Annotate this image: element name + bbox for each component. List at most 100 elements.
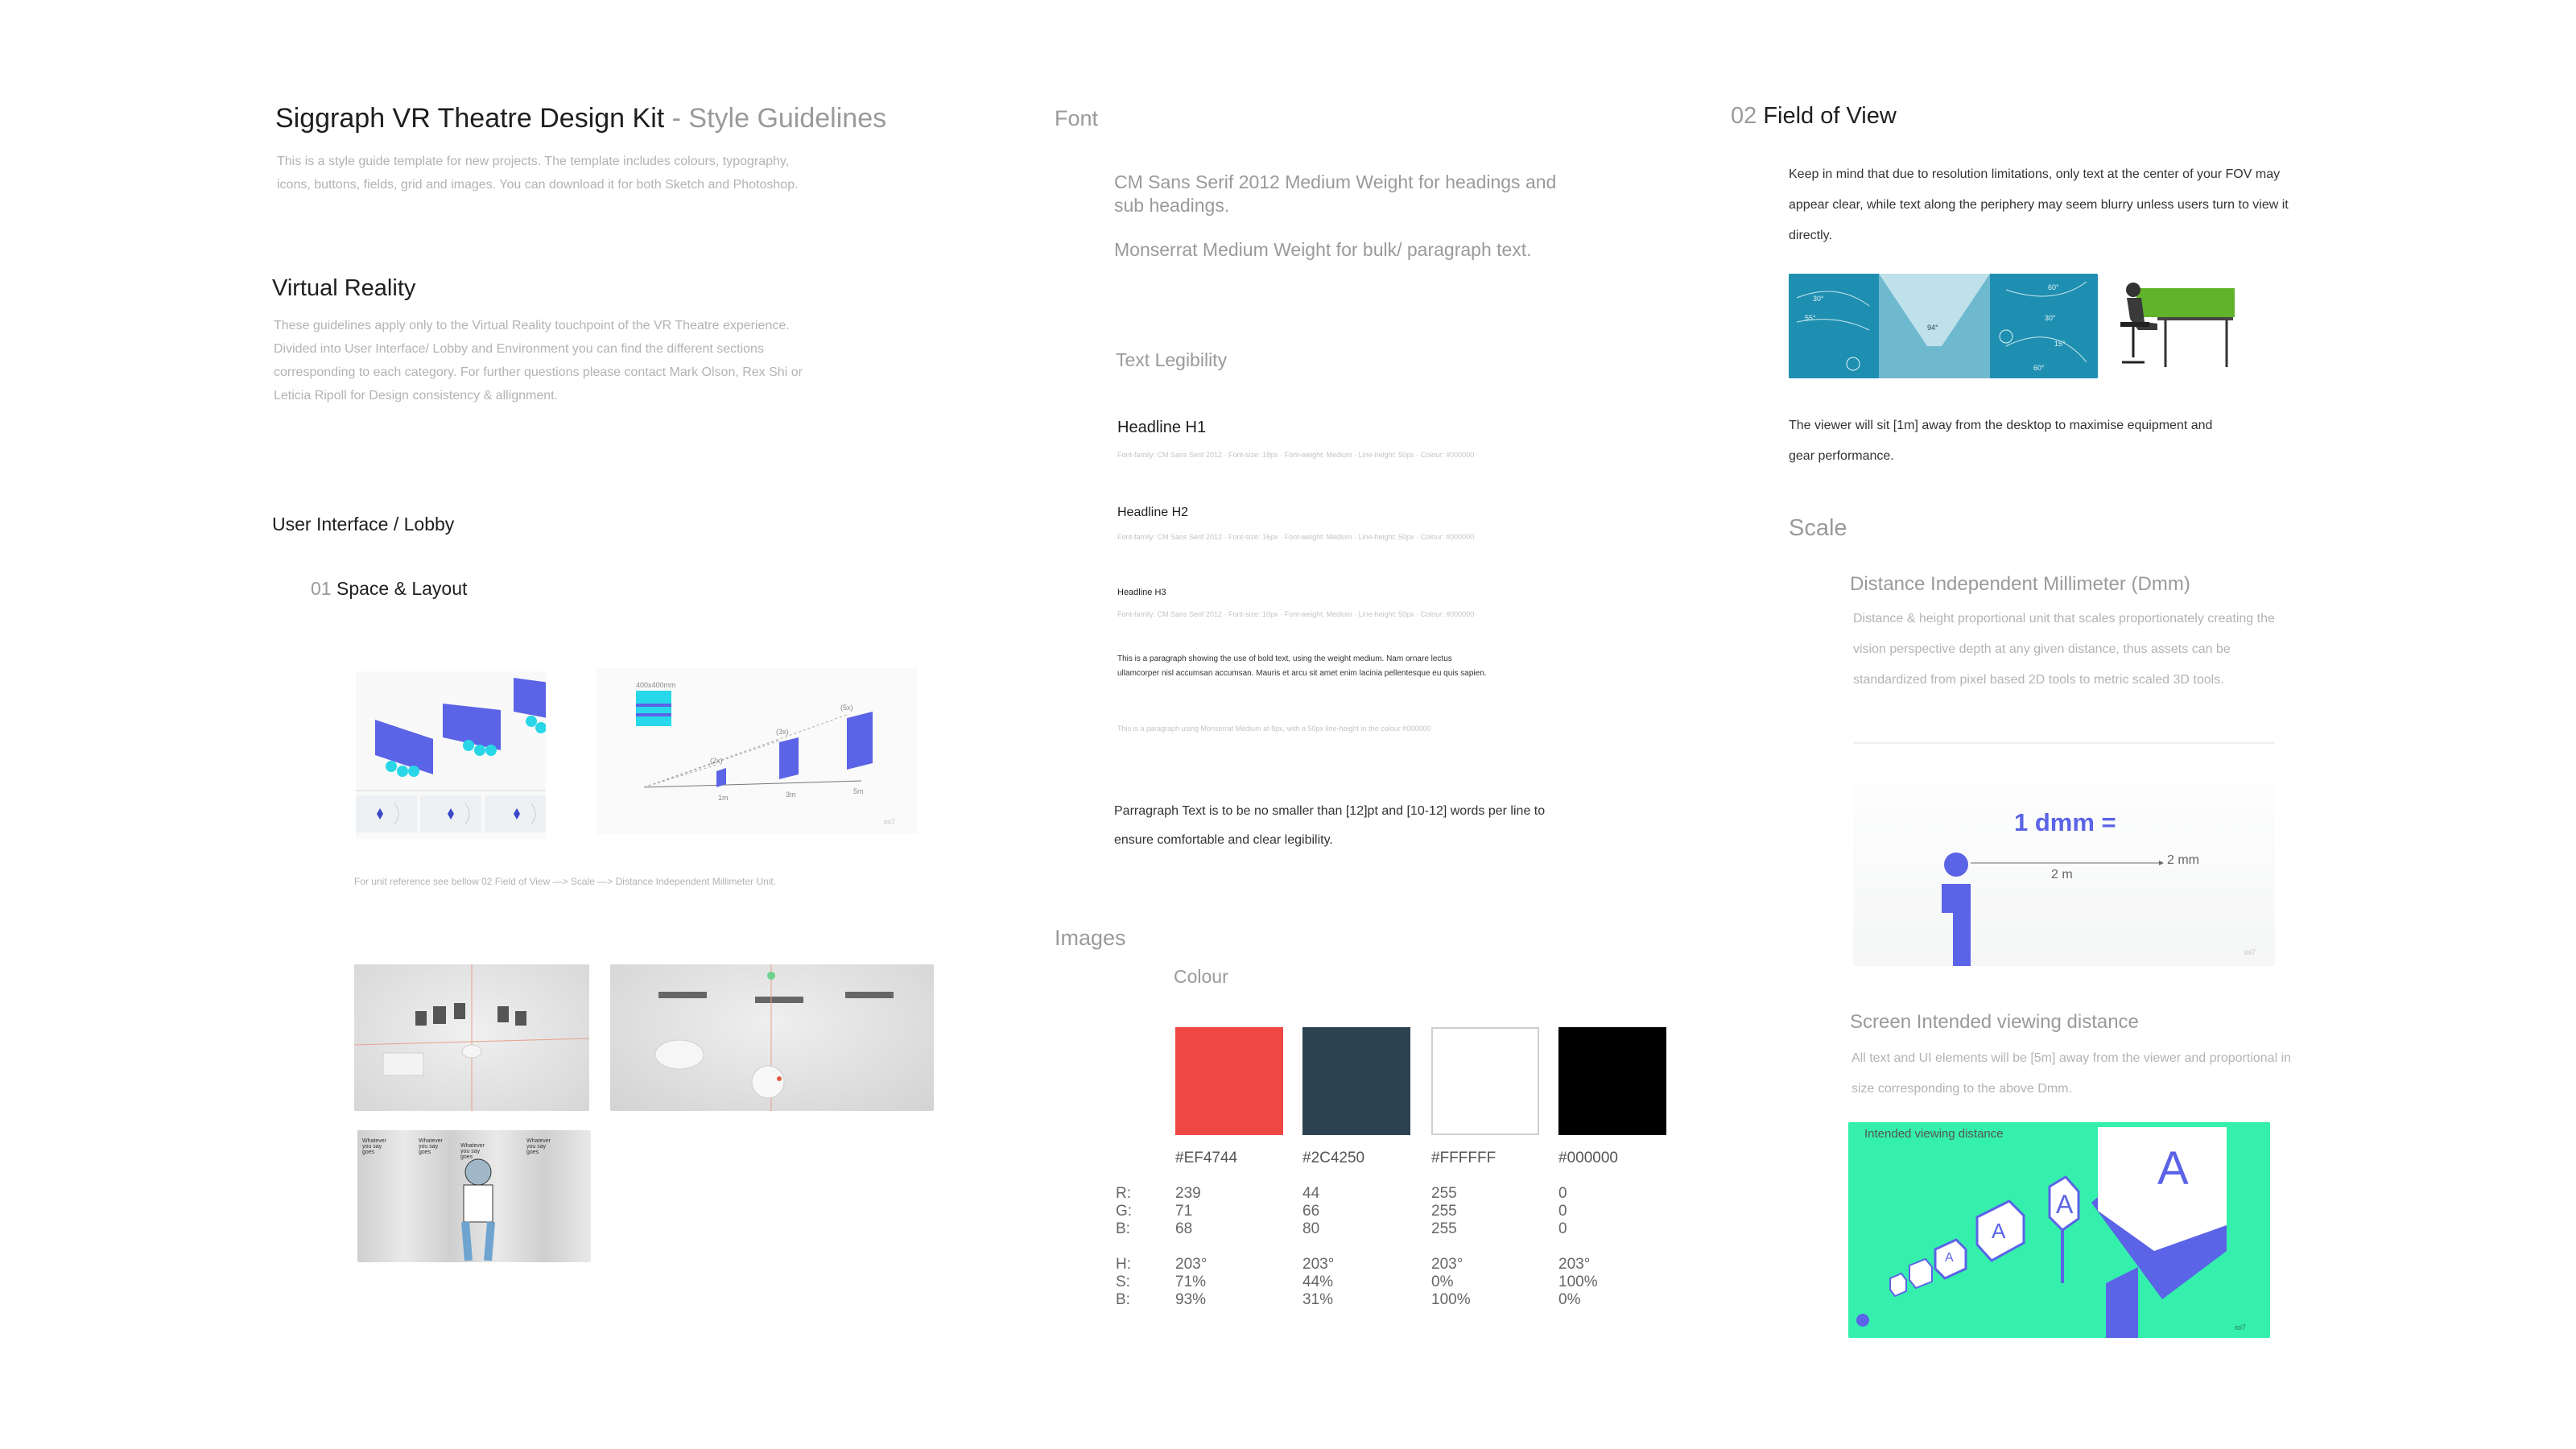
scaling-size-label: 400x400mm <box>636 681 676 689</box>
hsb-value: 100% <box>1558 1274 1598 1290</box>
colour-hex-red: #EF4744 <box>1175 1150 1238 1166</box>
screen-distance-heading: Screen Intended viewing distance <box>1850 1011 2139 1033</box>
rgb-value: 80 <box>1302 1220 1320 1237</box>
rgb-value: 0 <box>1558 1185 1567 1202</box>
rgb-values-navy: 44 66 80 <box>1302 1185 1319 1238</box>
rgb-value: 239 <box>1175 1185 1201 1202</box>
scaling-diagram-image: 400x400mm (2x) (3x) (5x) 1m 3m 5m ioi7 <box>596 668 918 834</box>
hsb-value: 203° <box>1431 1256 1463 1273</box>
hsb-values-red: 203° 71% 93% <box>1175 1256 1207 1309</box>
viewer-distance-paragraph: The viewer will sit [1m] away from the d… <box>1789 419 2213 463</box>
lobby-render-image-2 <box>610 964 934 1111</box>
hsb-value: 203° <box>1558 1256 1591 1273</box>
hsb-values-black: 203° 100% 0% <box>1558 1256 1598 1309</box>
unit-reference-note: For unit reference see bellow 02 Field o… <box>354 876 777 887</box>
hsb-value: 203° <box>1175 1256 1208 1273</box>
sign-letter-large: A <box>2056 1190 2074 1219</box>
hsb-value: 71% <box>1175 1274 1207 1290</box>
legibility-note: Parragraph Text is to be no smaller than… <box>1114 804 1546 847</box>
sketch-label-2: Whatever you say goes <box>419 1138 443 1155</box>
bold-paragraph-sample: This is a paragraph showing the use of b… <box>1117 654 1487 678</box>
font-heading: Font <box>1055 106 1099 130</box>
fov-angle-1: 30° <box>1813 295 1824 303</box>
font-paragraph-description: Monserrat Medium Weight for bulk/ paragr… <box>1114 239 1532 260</box>
fov-number: 02 <box>1731 103 1757 129</box>
dmm-equation: 1 dmm = <box>2014 808 2116 836</box>
page-title: Siggraph VR Theatre Design Kit - Style G… <box>275 103 886 134</box>
sign-letter-small: A <box>1945 1251 1954 1265</box>
dmm-size-label: 2 mm <box>2167 853 2199 867</box>
billboard-letter: A <box>2157 1142 2189 1195</box>
hsb-value: 203° <box>1302 1256 1335 1273</box>
headline-h2-sample: Headline H2 <box>1117 506 1189 519</box>
colour-heading: Colour <box>1174 966 1228 987</box>
title-main: Siggraph VR Theatre Design Kit <box>275 103 665 134</box>
colour-swatch-black <box>1558 1027 1666 1135</box>
colour-swatch-red <box>1175 1027 1283 1135</box>
vr-paragraph: These guidelines apply only to the Virtu… <box>274 319 803 402</box>
ui-lobby-heading: User Interface / Lobby <box>272 514 455 535</box>
rgb-values-red: 239 71 68 <box>1175 1185 1201 1238</box>
rgb-value: 68 <box>1175 1220 1193 1237</box>
dmm-watermark: ioi7 <box>2244 948 2256 956</box>
hsb-value: 44% <box>1302 1274 1334 1290</box>
title-sub: Style Guidelines <box>688 103 887 134</box>
rgb-value: 255 <box>1431 1185 1457 1202</box>
colour-hex-black: #000000 <box>1558 1150 1618 1166</box>
vr-heading: Virtual Reality <box>272 275 416 301</box>
rgb-values-black: 0 0 0 <box>1558 1185 1567 1238</box>
fov-angle-2: 55° <box>1805 314 1816 322</box>
sketch-label-1: Whatever you say goes <box>362 1138 386 1155</box>
scaling-tag-2: (3x) <box>776 728 789 736</box>
hsb-value: 31% <box>1302 1291 1334 1308</box>
sketch-label-3: Whatever you say goes <box>460 1143 485 1160</box>
light-paragraph-sample: This is a paragraph using Monserrat Medi… <box>1117 724 1431 733</box>
headline-h1-sample: Headline H1 <box>1117 419 1207 436</box>
colour-hex-white: #FFFFFF <box>1431 1150 1496 1166</box>
rgb-value: 44 <box>1302 1185 1320 1202</box>
fov-diagram-image: 30° 55° 94° 60° 30° 15° 60° <box>1789 274 2098 378</box>
hsb-row-labels: H: S: B: <box>1116 1256 1131 1309</box>
fov-angle-5: 30° <box>2045 314 2056 322</box>
rgb-value: 0 <box>1558 1220 1567 1237</box>
layout-panels-image <box>356 671 546 839</box>
font-headings-description: CM Sans Serif 2012 Medium Weight for hea… <box>1114 171 1557 216</box>
images-heading: Images <box>1055 926 1126 950</box>
scaling-axis-3: 5m <box>853 787 864 795</box>
hsb-label-h: H: <box>1116 1256 1131 1273</box>
rgb-value: 255 <box>1431 1220 1457 1237</box>
sketch-label-4: Whatever you say goes <box>526 1138 551 1155</box>
headline-h1-spec: Font-family: CM Sans Serif 2012 · Font-s… <box>1117 451 1475 459</box>
rgb-value: 0 <box>1558 1203 1567 1220</box>
viewing-distance-image: Intended viewing distance A A A A ioi7 <box>1848 1122 2270 1338</box>
colour-swatch-white <box>1431 1027 1539 1135</box>
hsb-value: 100% <box>1431 1291 1471 1308</box>
hsb-label-s: S: <box>1116 1274 1130 1290</box>
hsb-values-white: 203° 0% 100% <box>1431 1256 1471 1309</box>
viewing-distance-label: Intended viewing distance <box>1864 1127 2004 1141</box>
scaling-tag-1: (2x) <box>710 757 723 765</box>
rgb-value: 66 <box>1302 1203 1320 1220</box>
scale-heading: Scale <box>1789 515 1847 541</box>
intro-paragraph: This is a style guide template for new p… <box>277 155 799 192</box>
dmm-distance-label: 2 m <box>2051 868 2073 881</box>
space-layout-number: 01 <box>311 578 332 599</box>
space-layout-heading: 01 Space & Layout <box>311 578 467 600</box>
colour-hex-navy: #2C4250 <box>1302 1150 1365 1166</box>
space-layout-label: Space & Layout <box>336 578 468 599</box>
dmm-heading: Distance Independent Millimeter (Dmm) <box>1850 573 2190 595</box>
fov-heading: 02 Field of View <box>1731 103 1897 130</box>
hsb-values-navy: 203° 44% 31% <box>1302 1256 1334 1309</box>
text-legibility-heading: Text Legibility <box>1116 349 1228 370</box>
rgb-value: 71 <box>1175 1203 1193 1220</box>
fov-angle-6: 15° <box>2054 340 2066 348</box>
rgb-label-b: B: <box>1116 1220 1130 1237</box>
scaling-axis-2: 3m <box>786 791 796 799</box>
rgb-label-g: G: <box>1116 1203 1133 1220</box>
sign-letter-medium: A <box>1992 1219 2006 1243</box>
fov-angle-7: 60° <box>2033 364 2045 372</box>
lobby-render-image-1 <box>354 964 589 1111</box>
dmm-diagram-image: 1 dmm = 2 m 2 mm ioi7 <box>1853 742 2275 966</box>
rgb-values-white: 255 255 255 <box>1431 1185 1457 1238</box>
scaling-tag-3: (5x) <box>840 704 853 712</box>
